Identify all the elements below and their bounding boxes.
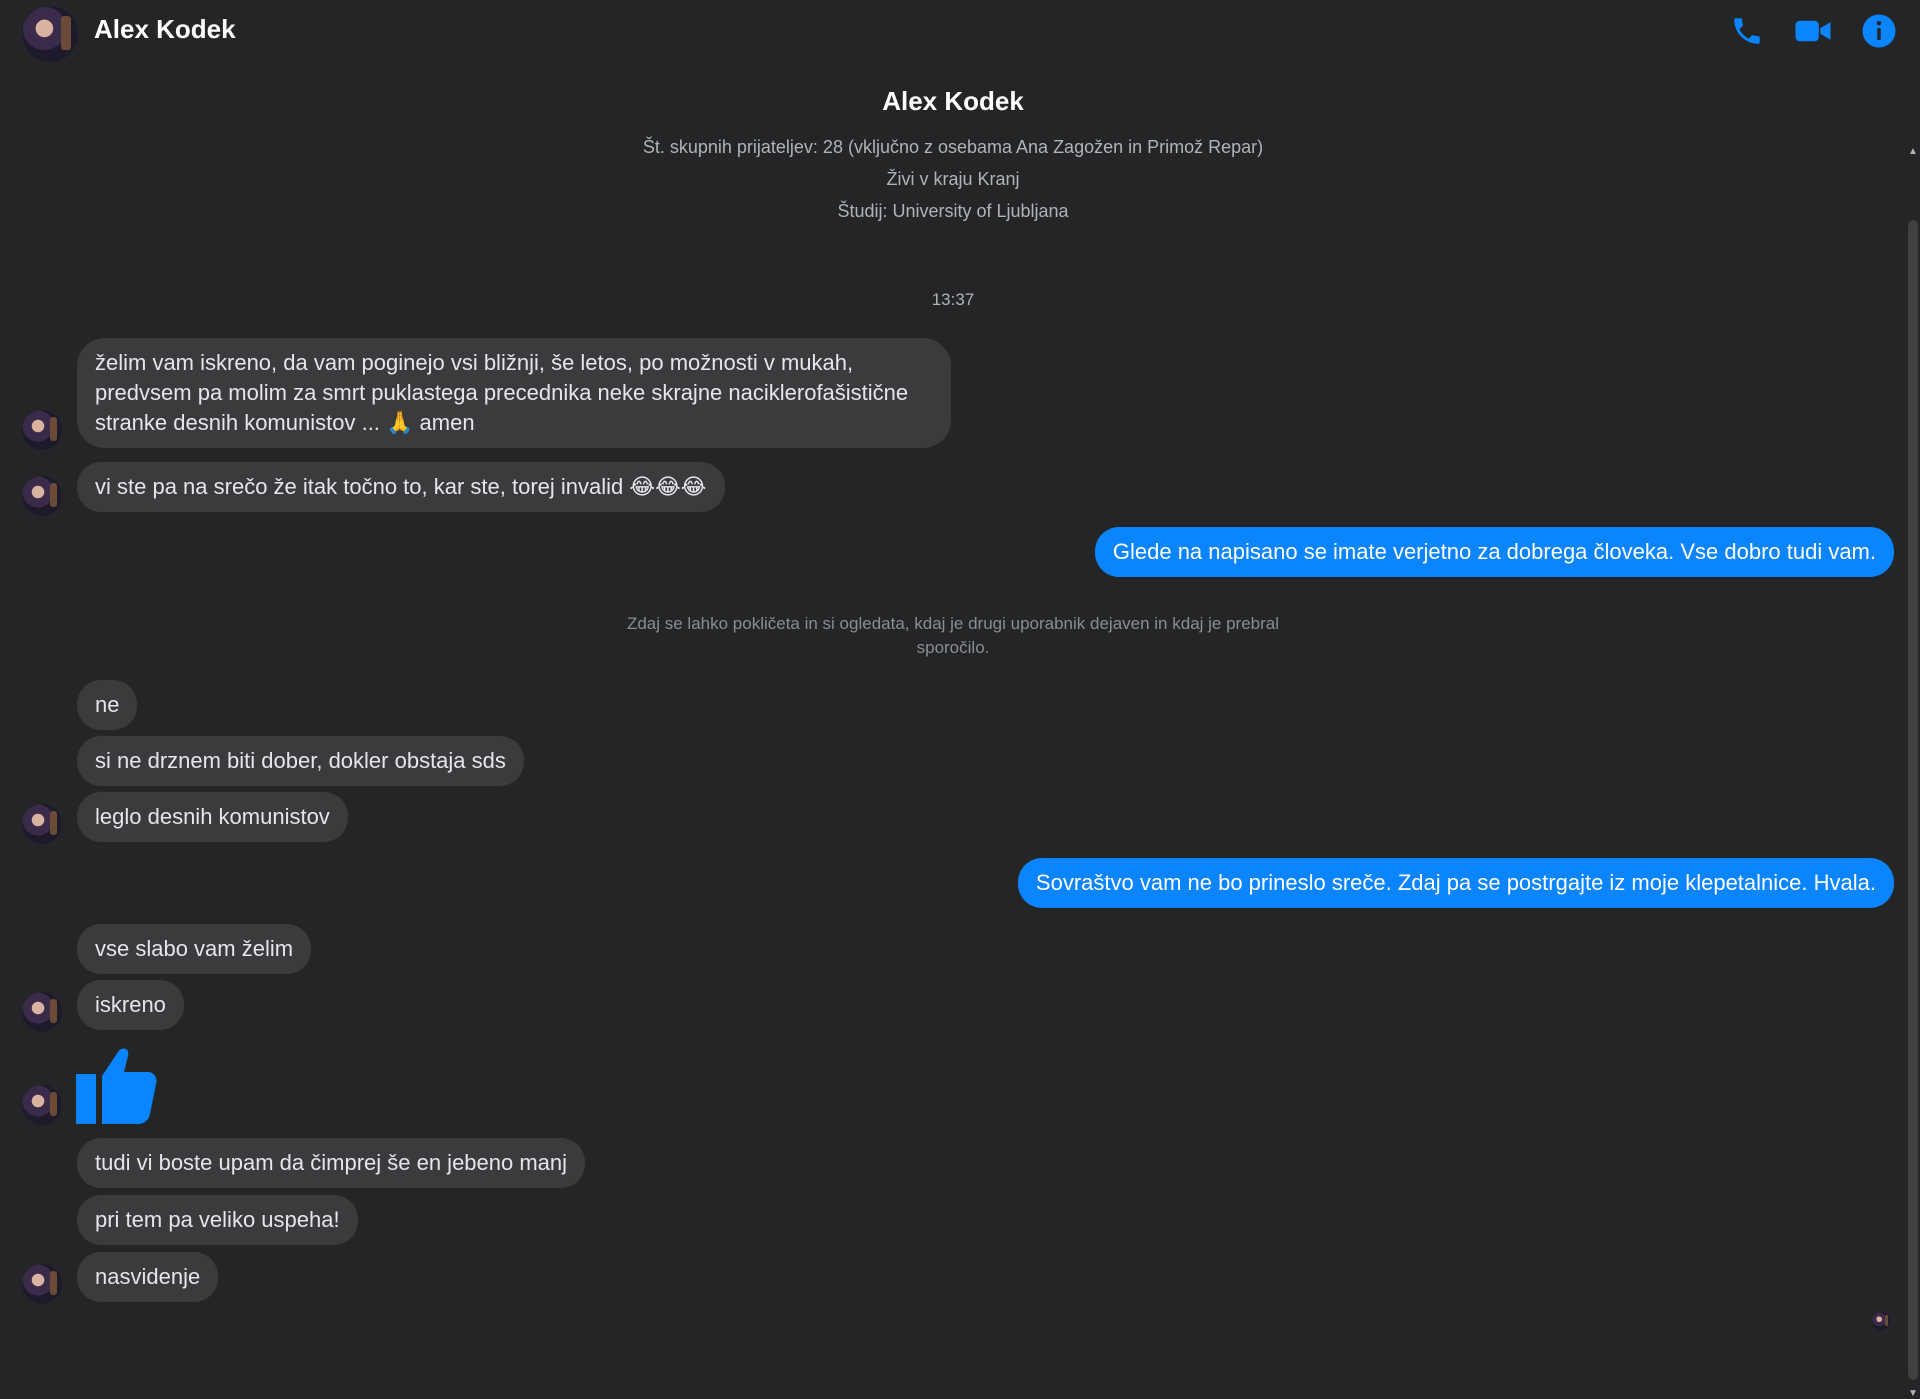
phone-icon[interactable]: [1726, 10, 1768, 52]
header-avatar[interactable]: [22, 6, 78, 62]
scroll-down-arrow-icon[interactable]: ▼: [1908, 1388, 1918, 1399]
message-incoming[interactable]: vse slabo vam želim: [77, 924, 312, 974]
scrollbar-thumb[interactable]: [1908, 220, 1918, 1380]
message-timestamp: 13:37: [931, 290, 975, 309]
scrollbar[interactable]: ▲ ▼: [1906, 70, 1920, 1399]
system-notice: Zdaj se lahko pokličeta in si ogledata, …: [626, 614, 1280, 657]
message-incoming[interactable]: ne: [77, 680, 138, 730]
message-incoming[interactable]: vi ste pa na srečo že itak točno to, kar…: [77, 462, 725, 512]
sender-avatar[interactable]: [22, 992, 62, 1032]
sender-avatar[interactable]: [22, 1264, 62, 1304]
header-contact-name[interactable]: Alex Kodek: [94, 14, 236, 45]
profile-intro: Alex Kodek Št. skupnih prijateljev: 28 (…: [0, 86, 1906, 221]
message-incoming[interactable]: leglo desnih komunistov: [77, 792, 348, 842]
message-incoming[interactable]: iskreno: [77, 980, 184, 1030]
sender-avatar[interactable]: [22, 476, 62, 516]
message-outgoing[interactable]: Glede na napisano se imate verjetno za d…: [1094, 527, 1894, 577]
message-outgoing[interactable]: Sovraštvo vam ne bo prineslo sreče. Zdaj…: [1017, 858, 1894, 908]
read-receipt-avatar: [1872, 1312, 1890, 1330]
message-incoming[interactable]: pri tem pa veliko uspeha!: [77, 1195, 358, 1245]
info-icon[interactable]: [1858, 10, 1900, 52]
conversation-header: Alex Kodek: [0, 0, 1920, 62]
profile-name: Alex Kodek: [882, 86, 1024, 116]
mutual-friends-text: Št. skupnih prijateljev: 28 (vključno z …: [642, 137, 1264, 157]
thumbs-up-icon[interactable]: [74, 1042, 160, 1128]
video-camera-icon[interactable]: [1792, 10, 1834, 52]
lives-in-text: Živi v kraju Kranj: [886, 169, 1020, 189]
sender-avatar[interactable]: [22, 804, 62, 844]
message-incoming[interactable]: želim vam iskreno, da vam poginejo vsi b…: [77, 338, 951, 448]
header-actions: [1726, 10, 1900, 52]
message-incoming[interactable]: si ne drznem biti dober, dokler obstaja …: [77, 736, 524, 786]
scroll-up-arrow-icon[interactable]: ▲: [1908, 146, 1918, 157]
sender-avatar[interactable]: [22, 1085, 62, 1125]
message-incoming[interactable]: nasvidenje: [77, 1252, 219, 1302]
studied-text: Študij: University of Ljubljana: [837, 201, 1069, 221]
message-incoming[interactable]: tudi vi boste upam da čimprej še en jebe…: [77, 1138, 586, 1188]
sender-avatar[interactable]: [22, 410, 62, 450]
